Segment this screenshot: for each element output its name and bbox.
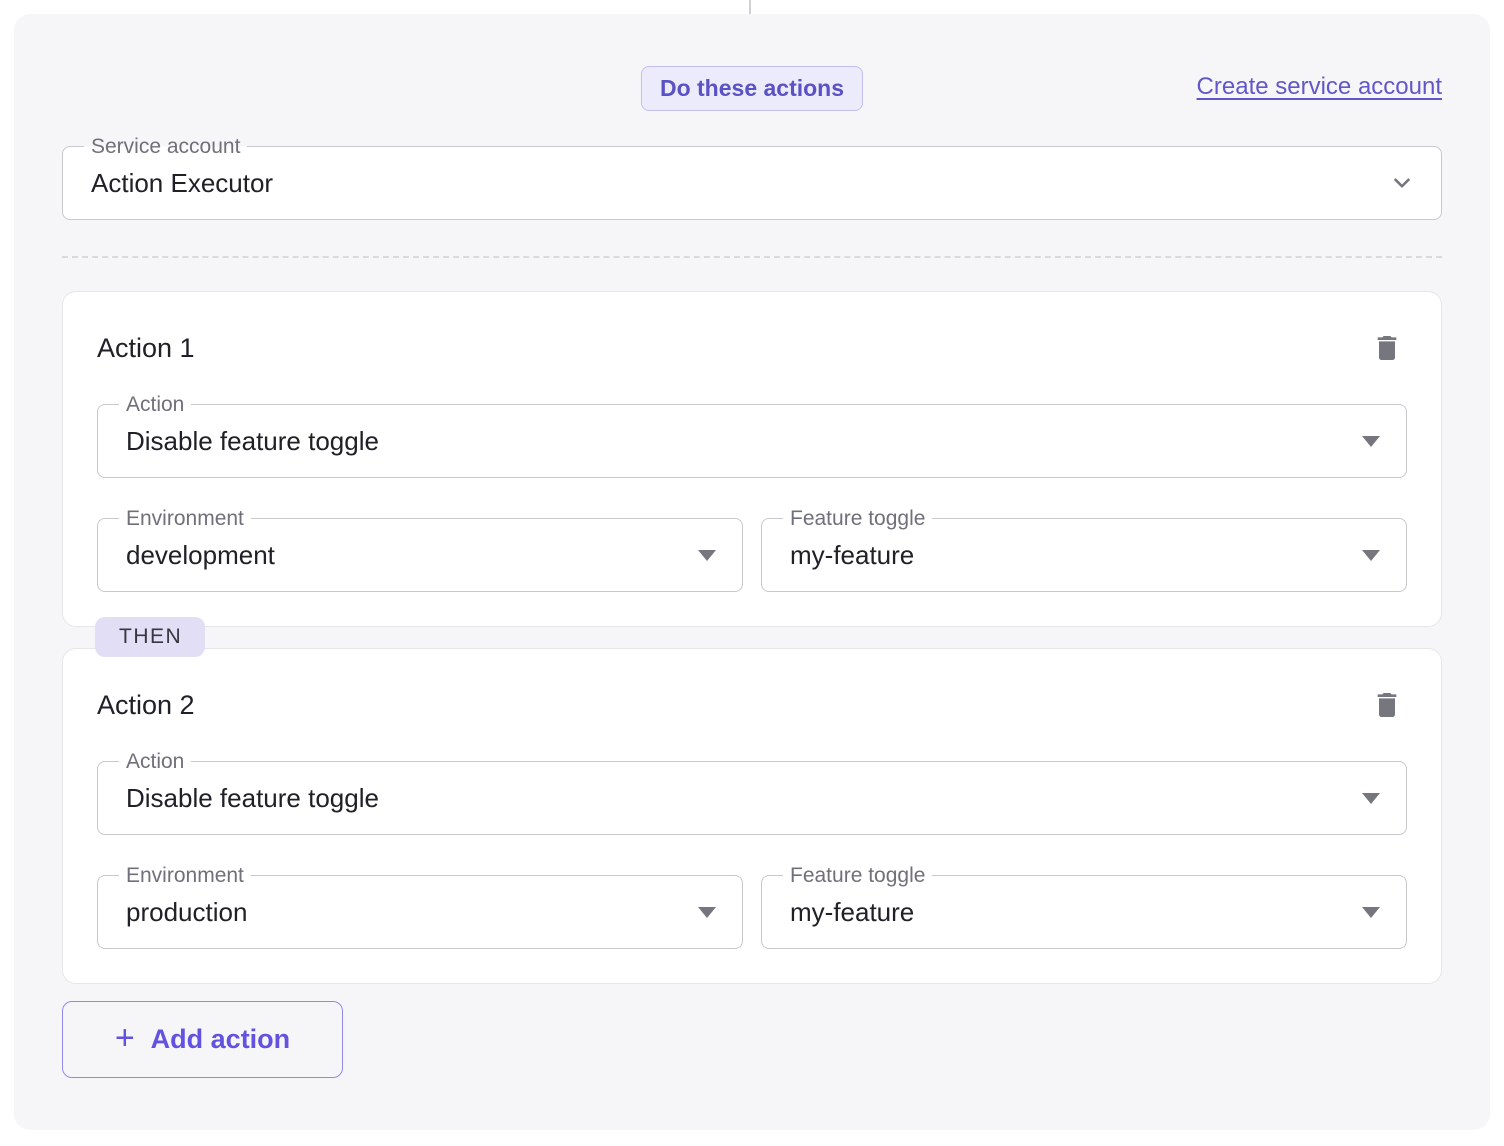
- caret-down-icon: [1362, 907, 1380, 918]
- action-card-1: Action 1 Action Disable feature toggle E…: [62, 291, 1442, 627]
- caret-down-icon: [1362, 793, 1380, 804]
- flow-connector-line: [749, 0, 751, 14]
- caret-down-icon: [1362, 436, 1380, 447]
- add-action-label: Add action: [151, 1024, 291, 1055]
- action-1-feature-toggle-select[interactable]: Feature toggle my-feature: [761, 518, 1407, 592]
- action-1-environment-label: Environment: [119, 507, 251, 530]
- action-1-action-select[interactable]: Action Disable feature toggle: [97, 404, 1407, 478]
- action-2-action-label: Action: [119, 750, 191, 773]
- delete-action-2-button[interactable]: [1367, 685, 1407, 725]
- action-1-environment-select[interactable]: Environment development: [97, 518, 743, 592]
- panel-header: Do these actions Create service account: [62, 66, 1442, 110]
- action-1-params-row: Environment development Feature toggle m…: [97, 518, 1407, 592]
- action-1-feature-toggle-value: my-feature: [790, 540, 1350, 571]
- caret-down-icon: [1362, 550, 1380, 561]
- trash-icon: [1371, 689, 1403, 721]
- action-1-action-value: Disable feature toggle: [126, 426, 1350, 457]
- action-2-title: Action 2: [97, 685, 195, 725]
- service-account-label: Service account: [84, 135, 247, 158]
- action-1-feature-toggle-label: Feature toggle: [783, 507, 932, 530]
- action-2-environment-label: Environment: [119, 864, 251, 887]
- action-2-header: Action 2: [97, 685, 1407, 725]
- caret-down-icon: [698, 907, 716, 918]
- add-action-button[interactable]: + Add action: [62, 1001, 343, 1078]
- service-account-value: Action Executor: [91, 168, 1377, 199]
- action-2-action-value: Disable feature toggle: [126, 783, 1350, 814]
- action-card-2: Action 2 Action Disable feature toggle E…: [62, 648, 1442, 984]
- service-account-select[interactable]: Service account Action Executor: [62, 146, 1442, 220]
- delete-action-1-button[interactable]: [1367, 328, 1407, 368]
- chevron-down-icon: [1389, 170, 1415, 196]
- action-1-title: Action 1: [97, 328, 195, 368]
- action-2-params-row: Environment production Feature toggle my…: [97, 875, 1407, 949]
- then-badge: THEN: [95, 617, 205, 657]
- do-these-actions-chip: Do these actions: [641, 66, 863, 111]
- dashed-divider: [62, 256, 1442, 258]
- action-2-feature-toggle-value: my-feature: [790, 897, 1350, 928]
- action-1-action-label: Action: [119, 393, 191, 416]
- action-2-feature-toggle-label: Feature toggle: [783, 864, 932, 887]
- action-2-environment-select[interactable]: Environment production: [97, 875, 743, 949]
- plus-icon: +: [115, 1021, 135, 1055]
- action-2-feature-toggle-select[interactable]: Feature toggle my-feature: [761, 875, 1407, 949]
- action-1-header: Action 1: [97, 328, 1407, 368]
- do-these-actions-panel: Do these actions Create service account …: [14, 14, 1490, 1130]
- create-service-account-link[interactable]: Create service account: [1197, 73, 1442, 101]
- caret-down-icon: [698, 550, 716, 561]
- action-1-environment-value: development: [126, 540, 686, 571]
- action-2-action-select[interactable]: Action Disable feature toggle: [97, 761, 1407, 835]
- trash-icon: [1371, 332, 1403, 364]
- action-2-environment-value: production: [126, 897, 686, 928]
